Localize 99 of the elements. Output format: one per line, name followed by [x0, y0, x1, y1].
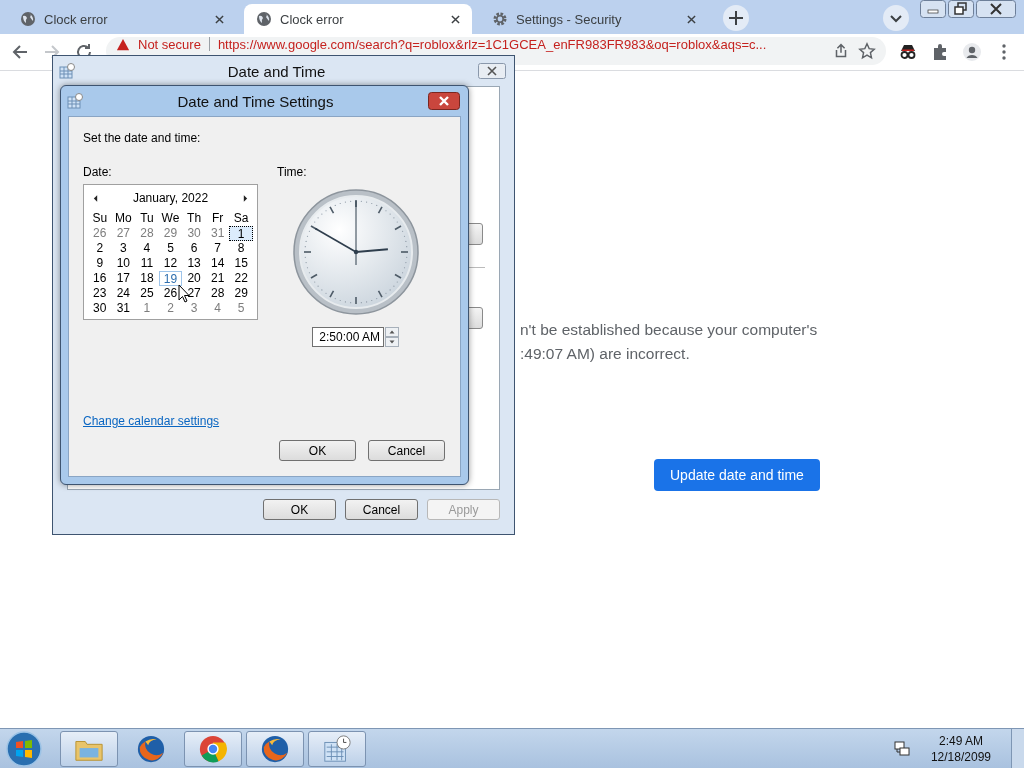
weekday-label: Su: [91, 211, 109, 226]
chevron-down-icon[interactable]: [882, 4, 910, 32]
calendar-day[interactable]: 5: [158, 241, 183, 256]
dialog-button[interactable]: Cancel: [345, 499, 418, 520]
calendar-icon: [67, 93, 83, 109]
calendar-day[interactable]: 28: [205, 286, 230, 301]
month-title[interactable]: January, 2022: [132, 191, 209, 205]
url-text: https://www.google.com/search?q=roblox&rlz=1C1GCEA_enFR983FR983&oq=roblox&aqs=c...: [217, 37, 768, 52]
previous-month-icon[interactable]: [93, 194, 98, 202]
calendar-clock-icon: [322, 733, 352, 764]
calendar-day[interactable]: 20: [182, 271, 206, 286]
calendar-day[interactable]: 26: [158, 286, 183, 301]
calendar-day[interactable]: 11: [135, 256, 159, 271]
weekday-label: Th: [186, 211, 203, 226]
security-label: Not secure: [138, 37, 201, 52]
calendar-day[interactable]: 12: [158, 256, 183, 271]
window-title: Date and Time Settings: [176, 92, 335, 110]
calendar-day[interactable]: 7: [205, 241, 230, 256]
taskbar-button[interactable]: [60, 730, 118, 767]
taskbar-button[interactable]: [308, 730, 366, 767]
network-icon[interactable]: [892, 739, 911, 758]
calendar-day[interactable]: 17: [111, 271, 136, 286]
calendar-day[interactable]: 26: [88, 226, 112, 241]
calendar-day[interactable]: 9: [88, 256, 112, 271]
weekday-label: Mo: [114, 211, 133, 226]
plus-icon[interactable]: [722, 4, 750, 32]
weekday-label: Tu: [139, 211, 155, 226]
calendar-day[interactable]: 30: [88, 301, 112, 316]
warning-icon: [116, 38, 130, 52]
calendar-day[interactable]: 23: [88, 286, 112, 301]
profile-icon[interactable]: [962, 42, 982, 62]
calendar-day[interactable]: 21: [205, 271, 230, 286]
next-month-icon[interactable]: [243, 194, 248, 202]
chrome-icon: [198, 733, 228, 764]
calendar-day[interactable]: 8: [229, 241, 253, 256]
calendar-day[interactable]: 10: [111, 256, 136, 271]
window-title: Date and Time: [226, 62, 327, 80]
browser-tab[interactable]: Clock error: [8, 4, 236, 34]
calendar-day[interactable]: 2: [88, 241, 112, 256]
calendar-day[interactable]: 16: [88, 271, 112, 286]
calendar-day[interactable]: 13: [182, 256, 206, 271]
calendar-day[interactable]: 24: [111, 286, 136, 301]
calendar-day[interactable]: 31: [111, 301, 136, 316]
calendar-day[interactable]: 3: [182, 301, 206, 316]
dialog-button[interactable]: OK: [263, 499, 336, 520]
dialog-button[interactable]: OK: [279, 440, 356, 461]
calendar-day[interactable]: 22: [229, 271, 253, 286]
star-icon[interactable]: [858, 42, 876, 60]
dialog-button[interactable]: Cancel: [368, 440, 445, 461]
calendar-day[interactable]: 1: [135, 301, 159, 316]
close-icon[interactable]: [428, 92, 460, 110]
globe-icon: [256, 11, 272, 27]
globe-icon: [20, 11, 36, 27]
calendar-day[interactable]: 1: [229, 226, 253, 241]
calendar-day[interactable]: 4: [205, 301, 230, 316]
calendar-day[interactable]: 14: [205, 256, 230, 271]
time-field[interactable]: 2:50:00 AM: [312, 327, 384, 347]
calendar-day[interactable]: 25: [135, 286, 159, 301]
taskbar-button[interactable]: [246, 730, 304, 767]
weekday-label: We: [160, 211, 181, 226]
close-icon[interactable]: [478, 63, 506, 79]
browser-tab[interactable]: Settings - Security: [480, 4, 708, 34]
calendar-day[interactable]: 30: [182, 226, 206, 241]
update-date-time-button[interactable]: Update date and time: [654, 459, 820, 491]
incognito-icon[interactable]: [898, 42, 918, 62]
close-icon[interactable]: [687, 14, 696, 24]
calendar-day[interactable]: 4: [135, 241, 159, 256]
calendar-day[interactable]: 6: [182, 241, 206, 256]
weekday-label: Fr: [210, 211, 225, 226]
calendar-day[interactable]: 28: [135, 226, 159, 241]
close-icon[interactable]: [976, 0, 1016, 18]
error-message: :49:07 AM) are incorrect.: [520, 345, 691, 363]
taskbar-button[interactable]: [184, 730, 242, 767]
calendar-day[interactable]: 3: [111, 241, 136, 256]
calendar-day[interactable]: 29: [158, 226, 183, 241]
change-calendar-settings-link[interactable]: Change calendar settings: [83, 414, 220, 428]
mouse-pointer-icon: [178, 284, 190, 303]
start-button[interactable]: [6, 730, 42, 767]
calendar-day[interactable]: 27: [111, 226, 136, 241]
calendar-icon: [59, 63, 75, 79]
calendar-day[interactable]: 18: [135, 271, 159, 286]
instruction-text: Set the date and time:: [83, 131, 202, 145]
gear-icon: [492, 11, 508, 27]
time-label: Time:: [277, 165, 307, 179]
calendar-day[interactable]: 5: [229, 301, 253, 316]
calendar-day[interactable]: 19: [158, 271, 183, 286]
calendar-day[interactable]: 29: [229, 286, 253, 301]
calendar-day[interactable]: 15: [229, 256, 253, 271]
date-label: Date:: [83, 165, 113, 179]
taskbar-clock[interactable]: 2:49 AM 12/18/2099: [930, 732, 991, 765]
close-icon[interactable]: [451, 14, 460, 24]
weekday-label: Sa: [232, 211, 250, 226]
browser-tab[interactable]: Clock error: [244, 4, 472, 34]
close-icon[interactable]: [215, 14, 224, 24]
restore-icon[interactable]: [948, 0, 974, 18]
error-message: n't be established because your computer's: [520, 321, 819, 339]
calendar-day[interactable]: 31: [205, 226, 230, 241]
spinner-icon[interactable]: [385, 327, 399, 347]
calendar-day[interactable]: 2: [158, 301, 183, 316]
